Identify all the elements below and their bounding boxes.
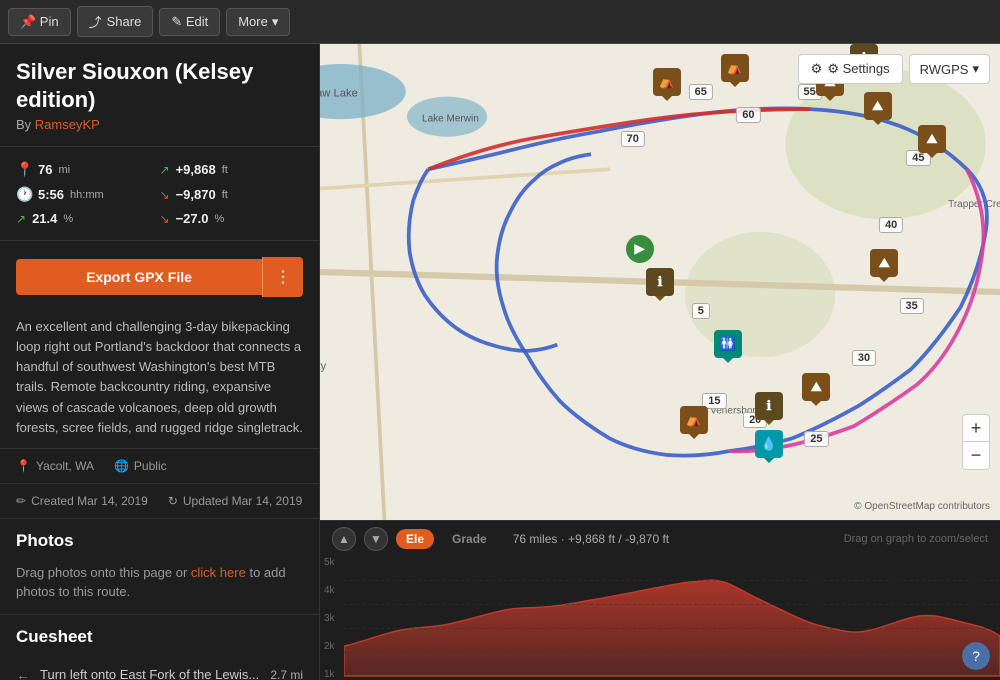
poi-marker-6: ⛰: [870, 249, 898, 277]
y-label-5k: 5k: [324, 557, 335, 568]
ele-prev-button[interactable]: ▲: [332, 527, 356, 551]
mile-marker-5: 5: [692, 303, 710, 319]
grade-up-stat: ↗ 21.4 %: [16, 207, 160, 230]
mile-marker-25: 25: [804, 431, 828, 447]
mile-marker-60: 60: [736, 107, 760, 123]
photos-link[interactable]: click here: [191, 565, 246, 580]
mile-marker-35: 35: [899, 298, 923, 314]
mile-marker-40: 40: [879, 217, 903, 233]
info-marker-2: ℹ: [646, 268, 674, 296]
poi-marker-7: ⛰: [802, 373, 830, 401]
route-author: By RamseyKP: [16, 117, 303, 132]
stats-grid: 📍 76 mi ↗ +9,868 ft 🕐 5:56 hh:mm ↘ −9,87…: [0, 146, 319, 241]
cue-item-1: ← Turn left onto East Fork of the Lewis.…: [16, 659, 303, 680]
gpx-more-button[interactable]: ⋮: [262, 257, 303, 297]
gear-icon: ⚙: [811, 61, 823, 77]
distance-stat: 📍 76 mi: [16, 157, 160, 182]
rwgps-button[interactable]: RWGPS ▾: [909, 54, 990, 84]
updated-meta: ↻ Updated Mar 14, 2019: [168, 494, 302, 508]
gpx-export-row: Export GPX File ⋮: [0, 247, 319, 307]
ele-tab-elevation[interactable]: Ele: [396, 529, 434, 549]
pin-button[interactable]: 📌 Pin: [8, 8, 71, 36]
elevation-bar: ▲ ▼ Ele Grade 76 miles · +9,868 ft / -9,…: [320, 520, 1000, 680]
elevation-info: 76 miles · +9,868 ft / -9,870 ft: [513, 532, 669, 546]
help-button[interactable]: ?: [962, 642, 990, 670]
meta-row: 📍 Yacolt, WA 🌐 Public: [0, 449, 319, 484]
edit-button[interactable]: ✎ Edit: [159, 8, 220, 36]
ele-tab-grade[interactable]: Grade: [442, 529, 497, 549]
cuesheet-section: ← Turn left onto East Fork of the Lewis.…: [0, 651, 319, 680]
location-icon: 📍: [16, 459, 31, 473]
y-label-3k: 3k: [324, 613, 335, 624]
created-meta: ✏ Created Mar 14, 2019: [16, 494, 148, 508]
elevation-drag-hint: Drag on graph to zoom/select: [844, 533, 988, 545]
elevation-chart-svg: [344, 557, 1000, 680]
globe-icon: 🌐: [114, 459, 129, 473]
elevation-gain-stat: ↗ +9,868 ft: [160, 157, 304, 182]
zoom-out-button[interactable]: −: [962, 442, 990, 470]
mile-marker-70: 70: [621, 131, 645, 147]
share-button[interactable]: ⤴ Share: [77, 6, 154, 37]
ele-next-button[interactable]: ▼: [364, 527, 388, 551]
grade-down-icon: ↘: [160, 212, 170, 226]
camp-marker-1: ⛺: [680, 406, 708, 434]
y-label-4k: 4k: [324, 585, 335, 596]
grade-down-stat: ↘ −27.0 %: [160, 207, 304, 230]
cue-left-arrow-icon: ←: [16, 667, 30, 680]
poi-marker-5: ⛰: [918, 125, 946, 153]
photos-section: Drag photos onto this page or click here…: [0, 555, 319, 615]
cuesheet-section-title: Cuesheet: [0, 615, 319, 651]
arrow-down-icon: ↘: [160, 188, 170, 202]
export-gpx-button[interactable]: Export GPX File: [16, 259, 262, 295]
dropdown-icon: ▾: [972, 61, 979, 77]
poi-marker-2: ⛺: [721, 54, 749, 82]
location-meta: 📍 Yacolt, WA: [16, 459, 94, 473]
poi-marker-4: ⛰: [864, 92, 892, 120]
top-bar: 📌 Pin ⤴ Share ✎ Edit More ▾: [0, 0, 1000, 44]
route-header: Silver Siouxon (Kelsey edition) By Ramse…: [0, 44, 319, 140]
photos-description: Drag photos onto this page or click here…: [16, 563, 303, 602]
start-marker: ▶: [626, 235, 654, 263]
elevation-chart[interactable]: 5k 4k 3k 2k 1k: [320, 557, 1000, 680]
cue-dist-1: 2.7 mi: [270, 668, 303, 680]
refresh-icon: ↻: [168, 494, 178, 508]
info-marker-3: ℹ: [755, 392, 783, 420]
right-panel: Yaw Lake Lake Merwin Amboy Hockinson ...…: [320, 44, 1000, 680]
grade-up-icon: ↗: [16, 212, 26, 226]
author-link[interactable]: RamseyKP: [35, 117, 100, 132]
visibility-meta: 🌐 Public: [114, 459, 167, 473]
map-area[interactable]: Yaw Lake Lake Merwin Amboy Hockinson ...…: [320, 44, 1000, 520]
map-zoom-controls: + −: [962, 414, 990, 470]
settings-button[interactable]: ⚙ ⚙ Settings: [798, 54, 903, 84]
map-attribution: © OpenStreetMap contributors: [854, 501, 990, 512]
share-icon: ⤴: [89, 12, 102, 31]
water-marker: 💧: [755, 430, 783, 458]
mile-marker-30: 30: [852, 350, 876, 366]
elevation-y-labels: 5k 4k 3k 2k 1k: [324, 557, 335, 680]
pencil-icon: ✏: [16, 494, 26, 508]
y-label-1k: 1k: [324, 669, 335, 680]
elevation-loss-stat: ↘ −9,870 ft: [160, 182, 304, 207]
cue-text-1: Turn left onto East Fork of the Lewis...: [40, 667, 260, 680]
chevron-down-icon: ▾: [272, 14, 279, 30]
map-controls: ⚙ ⚙ Settings RWGPS ▾: [798, 54, 990, 84]
more-button[interactable]: More ▾: [226, 8, 290, 36]
clock-icon: 🕐: [16, 186, 32, 203]
arrow-up-icon: ↗: [160, 163, 170, 177]
left-panel: Silver Siouxon (Kelsey edition) By Ramse…: [0, 44, 320, 680]
elevation-controls: ▲ ▼ Ele Grade 76 miles · +9,868 ft / -9,…: [320, 527, 1000, 551]
y-label-2k: 2k: [324, 641, 335, 652]
route-description: An excellent and challenging 3-day bikep…: [0, 307, 319, 449]
route-title: Silver Siouxon (Kelsey edition): [16, 58, 303, 113]
mile-marker-65: 65: [689, 84, 713, 100]
time-stat: 🕐 5:56 hh:mm: [16, 182, 160, 207]
photos-section-title: Photos: [0, 519, 319, 555]
poi-marker-1: ⛺: [653, 68, 681, 96]
date-meta-row: ✏ Created Mar 14, 2019 ↻ Updated Mar 14,…: [0, 484, 319, 519]
restroom-marker: 🚻: [714, 330, 742, 358]
distance-icon: 📍: [16, 161, 32, 178]
zoom-in-button[interactable]: +: [962, 414, 990, 442]
main-content: Silver Siouxon (Kelsey edition) By Ramse…: [0, 44, 1000, 680]
